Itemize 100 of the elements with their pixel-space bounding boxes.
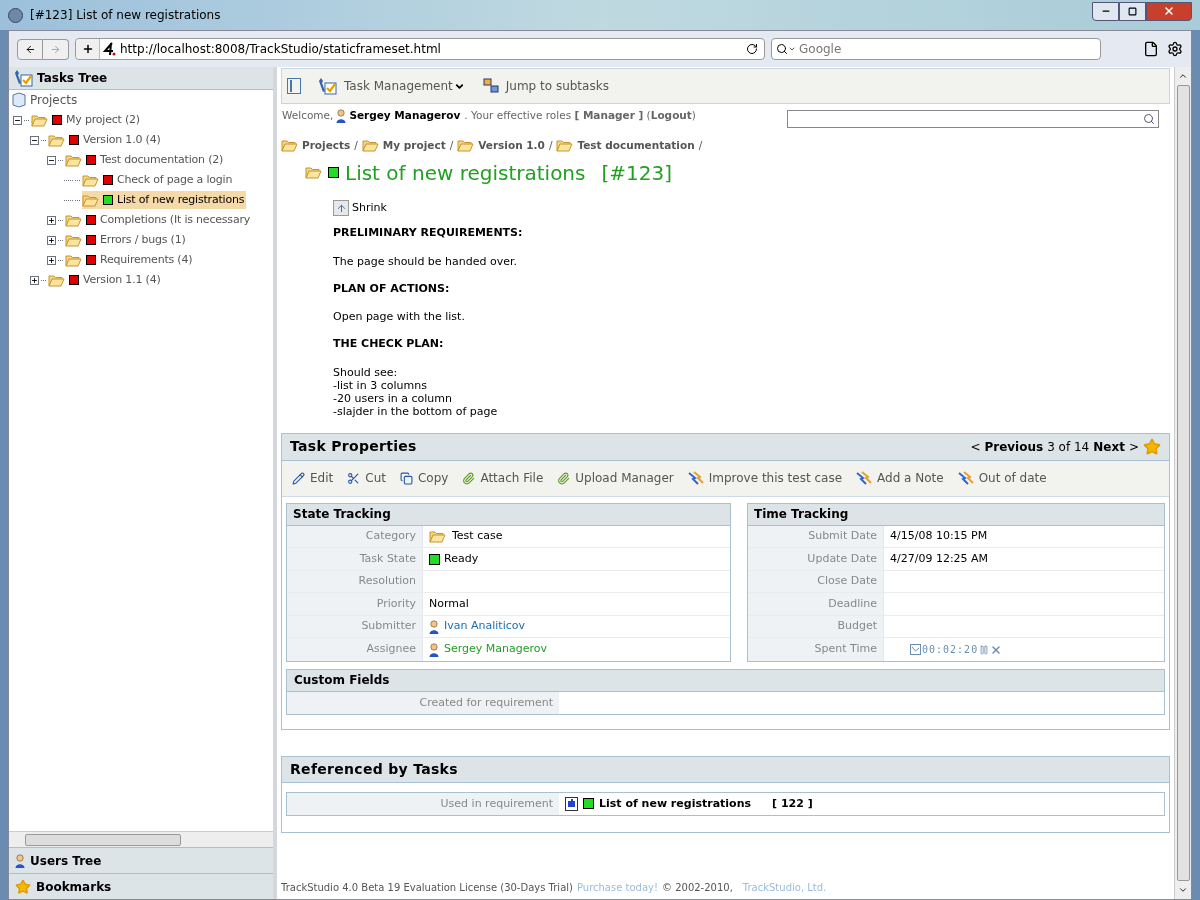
arrows-icon — [856, 471, 873, 486]
horizontal-scrollbar[interactable] — [9, 831, 273, 847]
action-button[interactable]: Edit — [292, 469, 334, 488]
action-button[interactable]: Out of date — [957, 469, 1047, 488]
description-line: -20 users in a column — [333, 391, 453, 405]
next-arrow[interactable]: > — [1128, 437, 1139, 456]
star-icon[interactable] — [1143, 437, 1161, 456]
add-button[interactable] — [76, 39, 100, 59]
section-heading: THE CHECK PLAN: — [333, 336, 445, 353]
tree-item-label: My project (2) — [66, 111, 140, 128]
copyright-text: © 2002-2010, — [662, 881, 733, 895]
reload-icon[interactable] — [746, 43, 758, 55]
plus-icon — [48, 216, 55, 224]
breadcrumb-link[interactable]: My project — [382, 138, 446, 154]
vertical-scrollbar[interactable] — [1174, 67, 1191, 899]
subtasks-icon — [482, 78, 499, 94]
user-icon — [429, 619, 439, 634]
panel-tab[interactable]: Users Tree — [9, 847, 273, 873]
user-link[interactable]: Sergey Managerov — [444, 641, 548, 658]
task-number: [ 122 ] — [772, 795, 813, 812]
puzzle-icon — [565, 796, 578, 811]
search-field[interactable]: Google — [771, 38, 1101, 60]
database-icon — [12, 92, 26, 108]
tree-item[interactable]: Errors / bugs (1) — [65, 231, 188, 249]
field-value: 4/27/09 12:25 AM — [890, 550, 989, 567]
expand-toggle[interactable] — [47, 255, 56, 265]
search-icon — [1143, 113, 1155, 125]
action-button[interactable]: Copy — [399, 469, 449, 488]
field-value: Normal — [429, 595, 469, 612]
action-button[interactable]: Add a Note — [856, 469, 944, 488]
settings-icon[interactable] — [1167, 41, 1183, 57]
user-name[interactable]: Sergey Managerov — [349, 108, 461, 124]
search-input[interactable]: Google — [799, 40, 1096, 58]
user-icon — [336, 109, 347, 123]
back-button[interactable] — [17, 38, 43, 60]
collapse-panel-button[interactable] — [287, 78, 301, 94]
expand-toggle[interactable] — [47, 235, 56, 245]
menu-button[interactable]: Task Management — [319, 77, 465, 95]
arrows-icon — [957, 471, 974, 486]
collapse-toggle[interactable] — [47, 155, 56, 165]
action-button[interactable]: Cut — [347, 469, 386, 488]
search-field[interactable] — [787, 110, 1159, 128]
page-menu-icon[interactable] — [1143, 41, 1159, 57]
prev-arrow[interactable]: < — [970, 437, 981, 456]
address-bar[interactable]: http://localhost:8008/TrackStudio/staticframeset.html — [75, 38, 765, 60]
breadcrumb-link[interactable]: Test documentation — [577, 138, 695, 154]
folder-icon — [281, 139, 298, 153]
plus-icon — [31, 276, 38, 284]
user-icon — [429, 642, 439, 657]
expand-toggle[interactable] — [30, 275, 39, 285]
roles-text: . Your effective roles [ Manager ] (Logout) — [464, 108, 696, 124]
tree-item[interactable]: List of new registrations — [82, 191, 247, 209]
plus-icon — [48, 236, 55, 244]
field-label: Submitter — [287, 615, 423, 638]
tree-item-label: Requirements (4) — [100, 251, 193, 268]
field-label: Category — [287, 525, 423, 548]
previous-link[interactable]: Previous — [984, 437, 1044, 456]
field-value: 4/15/08 10:15 PM — [890, 528, 988, 545]
breadcrumb-link[interactable]: Version 1.0 — [478, 138, 545, 154]
breadcrumb-link[interactable]: Projects — [302, 138, 351, 154]
minimize-button[interactable] — [1092, 1, 1119, 21]
next-link[interactable]: Next — [1093, 437, 1125, 456]
collapse-toggle[interactable] — [30, 135, 39, 145]
close-button[interactable] — [1146, 1, 1192, 21]
user-link[interactable]: Ivan Analiticov — [444, 618, 525, 635]
section-heading: PRELIMINARY REQUIREMENTS: — [333, 225, 524, 242]
tree-root[interactable]: Projects — [30, 91, 78, 109]
folder-icon — [31, 113, 48, 127]
collapse-toggle[interactable] — [13, 115, 22, 125]
task-link[interactable]: List of new registrations — [599, 795, 752, 812]
tree-item[interactable]: Version 1.1 (4) — [48, 271, 163, 289]
tree-item[interactable]: Test documentation (2) — [65, 151, 226, 169]
toolbar-button[interactable]: Jump to subtasks — [482, 77, 609, 95]
page-position: 3 of 14 — [1047, 438, 1090, 456]
field-label: Close Date — [748, 570, 884, 593]
address-field[interactable]: http://localhost:8008/TrackStudio/staticframeset.html — [120, 40, 746, 58]
tree-item[interactable]: Requirements (4) — [65, 251, 195, 269]
expand-toggle[interactable] — [47, 215, 56, 225]
action-button[interactable]: Improve this test case — [687, 469, 843, 488]
field-label: Spent Time — [748, 638, 884, 661]
action-button[interactable]: Attach File — [462, 469, 544, 488]
tree-item[interactable]: My project (2) — [31, 111, 142, 129]
field-label: Budget — [748, 615, 884, 638]
panel-tab[interactable]: Bookmarks — [9, 873, 273, 899]
tree-item[interactable]: Completions (It is necessary — [65, 211, 253, 229]
folder-icon — [65, 233, 82, 247]
maximize-button[interactable] — [1119, 1, 1146, 21]
scroll-up-icon[interactable] — [1178, 71, 1188, 81]
scroll-down-icon[interactable] — [1178, 885, 1188, 895]
action-button[interactable]: Upload Manager — [557, 469, 674, 488]
folder-icon — [556, 139, 574, 153]
breadcrumb-separator: / — [548, 138, 553, 153]
tree-item[interactable]: Version 1.0 (4) — [48, 131, 163, 149]
shrink-button[interactable]: Shrink — [333, 199, 387, 217]
folder-icon — [65, 253, 82, 267]
forward-icon — [50, 43, 61, 55]
category-value: Test case — [452, 528, 503, 545]
close-icon[interactable] — [990, 643, 1003, 656]
wrench-check-icon — [15, 69, 33, 87]
tree-item[interactable]: Check of page a login — [82, 171, 235, 189]
